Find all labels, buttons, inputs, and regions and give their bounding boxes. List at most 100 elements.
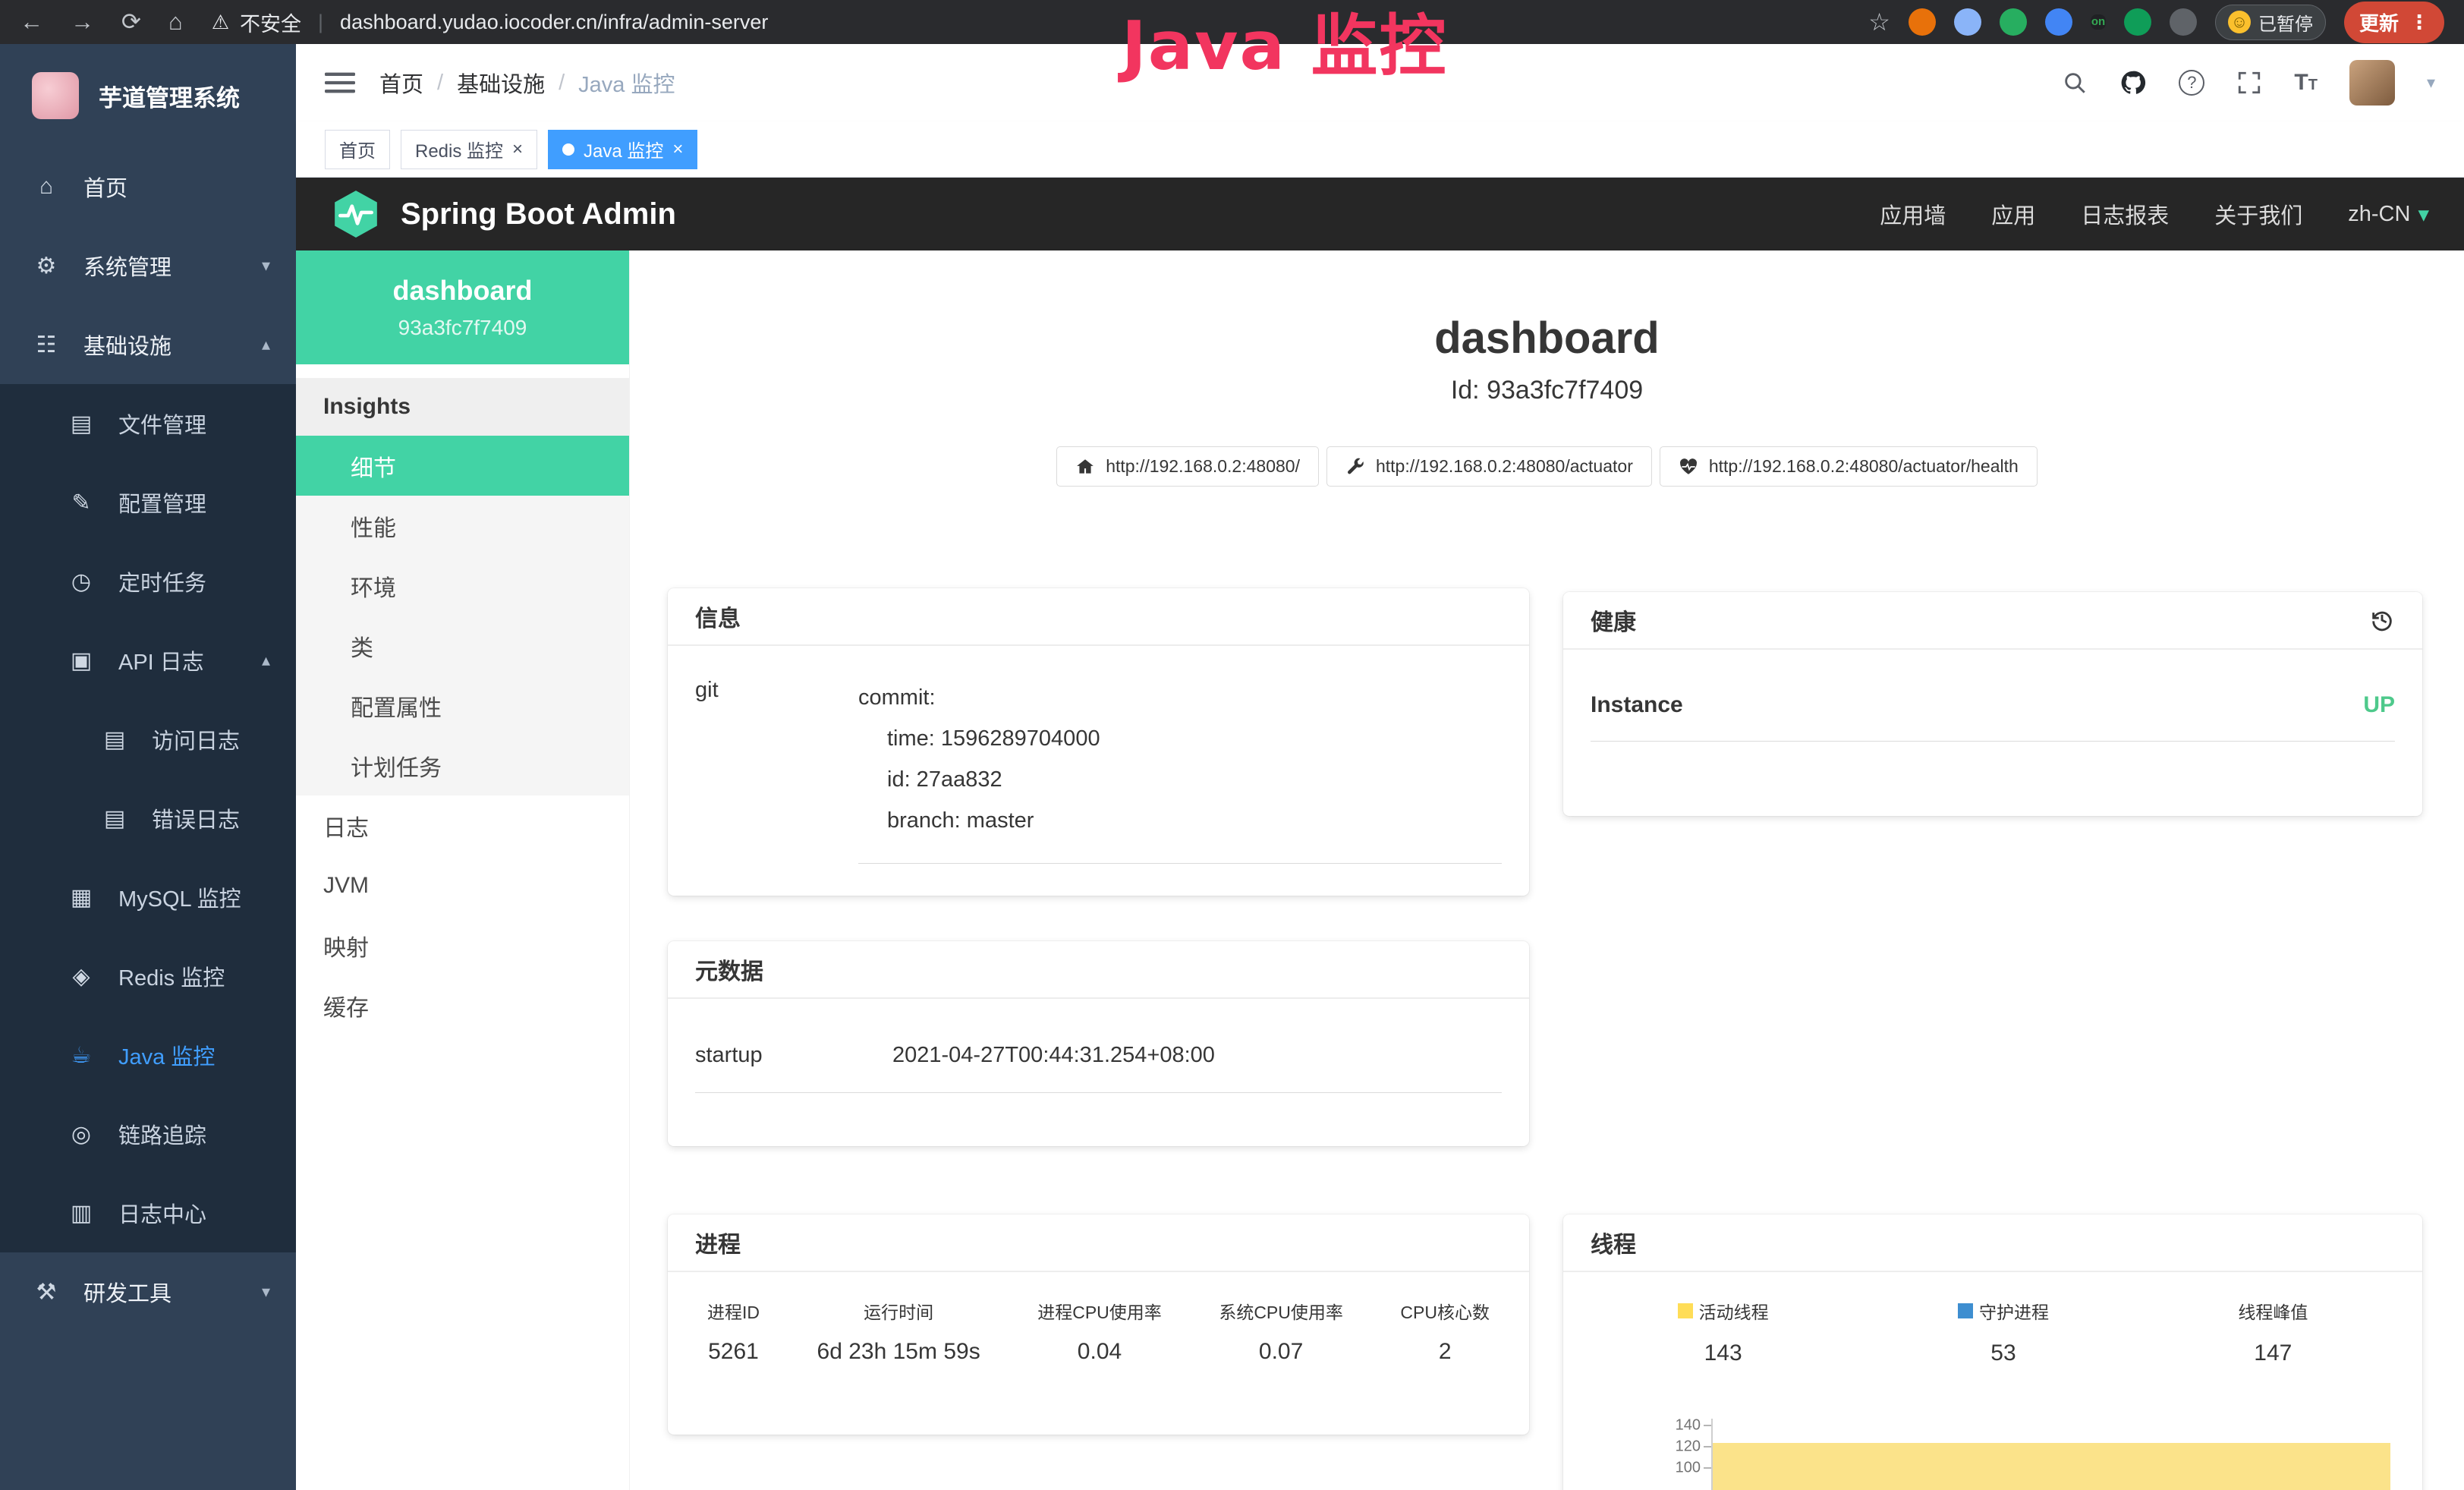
api-log-icon: ▣ <box>67 647 96 674</box>
extension-icon[interactable] <box>2124 8 2151 36</box>
extension-icon[interactable] <box>1909 8 1936 36</box>
browser-update-button[interactable]: 更新 ⋮ <box>2344 2 2444 43</box>
sidebar-item-error-log[interactable]: ▤ 错误日志 <box>0 779 296 858</box>
back-icon[interactable]: ← <box>20 8 43 36</box>
extension-switch-icon[interactable]: on <box>2091 14 2106 30</box>
bookmark-star-icon[interactable]: ☆ <box>1868 8 1890 36</box>
breadcrumb-infrastructure[interactable]: 基础设施 <box>457 67 545 99</box>
service-url-link[interactable]: http://192.168.0.2:48080/ <box>1056 446 1319 487</box>
breadcrumb: 首页 / 基础设施 / Java 监控 <box>379 67 675 99</box>
paused-badge[interactable]: ☺ 已暂停 <box>2215 5 2326 40</box>
warning-icon: ⚠ <box>212 11 229 34</box>
github-icon[interactable] <box>2119 69 2147 96</box>
info-key: git <box>695 678 858 864</box>
fullscreen-icon[interactable] <box>2236 70 2262 96</box>
sidebar-item-dev-tools[interactable]: ⚒ 研发工具 ▾ <box>0 1252 296 1331</box>
tag-redis-monitor[interactable]: Redis 监控 × <box>401 130 537 169</box>
history-icon[interactable] <box>2369 607 2395 633</box>
sba-item-environment[interactable]: 环境 <box>296 556 629 616</box>
tags-bar: 首页 Redis 监控 × Java 监控 × <box>296 121 2464 178</box>
breadcrumb-home[interactable]: 首页 <box>379 67 423 99</box>
sba-item-classes[interactable]: 类 <box>296 616 629 676</box>
sidebar-item-file-manage[interactable]: ▤ 文件管理 <box>0 384 296 463</box>
breadcrumb-current: Java 监控 <box>578 67 675 99</box>
chevron-down-icon[interactable]: ▾ <box>2427 73 2435 93</box>
app-logo-row[interactable]: 芋道管理系统 <box>0 44 296 147</box>
sidebar-item-config-manage[interactable]: ✎ 配置管理 <box>0 463 296 542</box>
sidebar-item-system[interactable]: ⚙ 系统管理 ▾ <box>0 226 296 305</box>
search-icon[interactable] <box>2062 70 2088 96</box>
hamburger-icon[interactable] <box>325 70 355 96</box>
sba-main: dashboard Id: 93a3fc7f7409 http://192.16… <box>630 250 2464 1490</box>
sba-item-logs[interactable]: 日志 <box>296 795 629 855</box>
metadata-row: startup 2021-04-27T00:44:31.254+08:00 <box>695 1043 1502 1093</box>
access-log-icon: ▤ <box>100 726 129 753</box>
reload-icon[interactable]: ⟳ <box>121 8 141 36</box>
process-card-title: 进程 <box>668 1214 1529 1272</box>
sba-item-caches[interactable]: 缓存 <box>296 975 629 1035</box>
sidebar-item-trace[interactable]: ◎ 链路追踪 <box>0 1095 296 1173</box>
extension-icon[interactable] <box>1954 8 1981 36</box>
sba-item-mappings[interactable]: 映射 <box>296 915 629 975</box>
chevron-down-icon: ▾ <box>262 256 270 276</box>
sba-insights-group: Insights 细节 性能 环境 类 配置属性 计划任务 <box>296 378 629 795</box>
instance-id: 93a3fc7f7409 <box>398 316 527 340</box>
actuator-url-link[interactable]: http://192.168.0.2:48080/actuator <box>1326 446 1652 487</box>
avatar[interactable] <box>2349 60 2395 106</box>
extension-icon[interactable] <box>2170 8 2197 36</box>
close-icon[interactable]: × <box>512 140 523 159</box>
sba-logo-icon <box>331 189 381 239</box>
forward-icon[interactable]: → <box>71 8 94 36</box>
extension-icon[interactable] <box>2045 8 2072 36</box>
sidebar-item-log-center[interactable]: ▥ 日志中心 <box>0 1173 296 1252</box>
sba-menu-applications[interactable]: 应用 <box>1991 198 2035 230</box>
chevron-down-icon: ▾ <box>262 1282 270 1302</box>
sba-item-performance[interactable]: 性能 <box>296 496 629 556</box>
smiley-icon: ☺ <box>2228 11 2251 33</box>
extension-icon[interactable] <box>2000 8 2027 36</box>
sidebar-item-access-log[interactable]: ▤ 访问日志 <box>0 700 296 779</box>
java-monitor-icon: ☕ <box>67 1042 96 1069</box>
threads-card: 线程 活动线程 143 守护进程 53 线程峰值 147 140 120 100 <box>1563 1214 2422 1490</box>
home-icon <box>1075 457 1095 477</box>
locale-select[interactable]: zh-CN ▾ <box>2348 201 2429 228</box>
sidebar-item-scheduled-task[interactable]: ◷ 定时任务 <box>0 542 296 621</box>
health-instance-label: Instance <box>1591 692 1683 718</box>
sba-instance-header[interactable]: dashboard 93a3fc7f7409 <box>296 250 629 364</box>
infrastructure-icon: ☷ <box>32 332 61 358</box>
legend-swatch-daemon <box>1958 1303 1973 1318</box>
sba-brand[interactable]: Spring Boot Admin <box>401 197 676 232</box>
process-card: 进程 进程ID5261 运行时间6d 23h 15m 59s 进程CPU使用率0… <box>668 1214 1529 1435</box>
address-bar[interactable]: ⚠ 不安全 | dashboard.yudao.iocoder.cn/infra… <box>212 8 769 37</box>
font-size-icon[interactable]: TT <box>2294 70 2318 96</box>
dev-tools-icon: ⚒ <box>32 1279 61 1306</box>
mysql-monitor-icon: ▦ <box>67 884 96 911</box>
sba-menu-wall[interactable]: 应用墙 <box>1880 198 1946 230</box>
url-text: dashboard.yudao.iocoder.cn/infra/admin-s… <box>340 11 768 34</box>
sba-menu-about[interactable]: 关于我们 <box>2214 198 2302 230</box>
sidebar-item-mysql-monitor[interactable]: ▦ MySQL 监控 <box>0 858 296 937</box>
tag-home[interactable]: 首页 <box>325 130 390 169</box>
sba-header: Spring Boot Admin 应用墙 应用 日志报表 关于我们 zh-CN… <box>296 178 2464 250</box>
health-url-link[interactable]: http://192.168.0.2:48080/actuator/health <box>1660 446 2038 487</box>
scheduled-task-icon: ◷ <box>67 569 96 595</box>
tag-java-monitor[interactable]: Java 监控 × <box>548 130 697 169</box>
help-icon[interactable]: ? <box>2179 70 2204 96</box>
sba-item-jvm[interactable]: JVM <box>296 855 629 915</box>
active-dot <box>562 143 574 156</box>
sidebar-item-home[interactable]: ⌂ 首页 <box>0 147 296 226</box>
sidebar-item-redis-monitor[interactable]: ◈ Redis 监控 <box>0 937 296 1016</box>
sidebar-item-java-monitor[interactable]: ☕ Java 监控 <box>0 1016 296 1095</box>
heartbeat-icon <box>1679 457 1698 477</box>
sba-item-scheduled[interactable]: 计划任务 <box>296 736 629 795</box>
info-value: commit: time: 1596289704000 id: 27aa832 … <box>858 678 1502 864</box>
sidebar-item-api-log[interactable]: ▣ API 日志 ▴ <box>0 621 296 700</box>
home-icon[interactable]: ⌂ <box>168 8 183 36</box>
info-card-title: 信息 <box>668 588 1529 646</box>
file-manage-icon: ▤ <box>67 411 96 437</box>
sba-item-config-props[interactable]: 配置属性 <box>296 676 629 736</box>
close-icon[interactable]: × <box>672 140 683 159</box>
sba-menu-journal[interactable]: 日志报表 <box>2081 198 2169 230</box>
sba-item-details[interactable]: 细节 <box>296 436 629 496</box>
sidebar-item-infrastructure[interactable]: ☷ 基础设施 ▴ <box>0 305 296 384</box>
